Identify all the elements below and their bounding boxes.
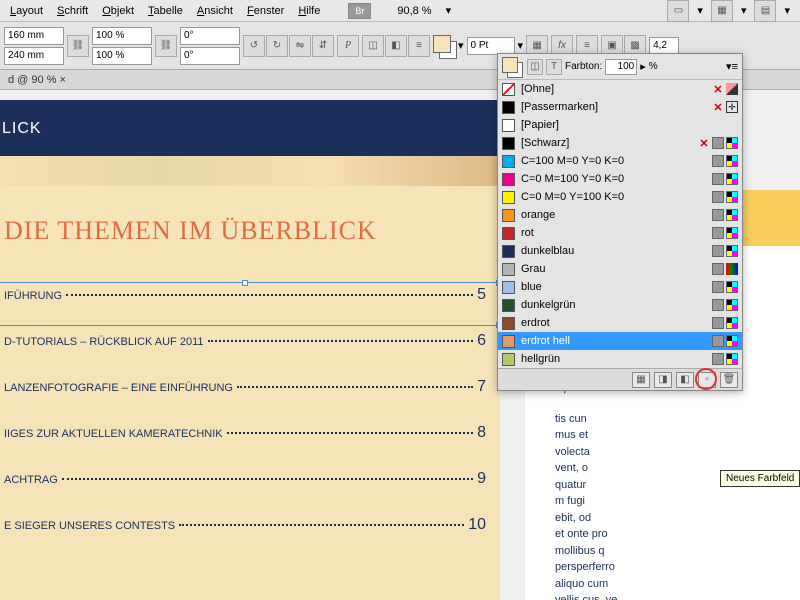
blue-header: LICK (0, 100, 500, 156)
panel-menu-icon[interactable]: ▾≡ (726, 60, 738, 73)
page-left: LICK DIE THEMEN IM ÜBERBLICK IFÜHRUNG5 D-… (0, 100, 500, 600)
swatch-row[interactable]: Grau (498, 260, 742, 278)
swatch-row[interactable]: C=100 M=0 Y=0 K=0 (498, 152, 742, 170)
swatches-panel: ◫ T Farbton: ▸ % ▾≡ [Ohne]✕[Passermarken… (497, 53, 743, 391)
swatch-row[interactable]: rot (498, 224, 742, 242)
menu-objekt[interactable]: Objekt (96, 3, 140, 19)
toc-line: IIGES ZUR AKTUELLEN KAMERATECHNIK8 (4, 424, 486, 442)
link-icon[interactable]: ⛓ (67, 35, 89, 57)
height-input[interactable] (4, 47, 64, 65)
arrange-icon[interactable]: ▦ (711, 0, 733, 22)
toc-line: D-TUTORIALS – RÜCKBLICK AUF 20116 (4, 332, 486, 350)
swatch-row[interactable]: C=0 M=0 Y=100 K=0 (498, 188, 742, 206)
zoom-dropdown-icon[interactable]: ▾ (440, 2, 458, 19)
stroke-weight-input[interactable] (467, 37, 515, 55)
content-area: DIE THEMEN IM ÜBERBLICK IFÜHRUNG5 D-TUTOR… (0, 186, 500, 600)
align-icon[interactable]: ≡ (408, 35, 430, 57)
wrap-icon[interactable]: ◫ (362, 35, 384, 57)
swatch-row[interactable]: orange (498, 206, 742, 224)
show-color-icon[interactable]: ◨ (654, 372, 672, 388)
tint-label: Farbton: (565, 61, 602, 72)
rotate-input[interactable] (180, 27, 240, 45)
rotate-cw-icon[interactable]: ↻ (266, 35, 288, 57)
swatches-header: ◫ T Farbton: ▸ % ▾≡ (498, 54, 742, 80)
swatch-row[interactable]: [Ohne]✕ (498, 80, 742, 98)
workspace-icon[interactable]: ▤ (754, 0, 776, 22)
new-swatch-button[interactable]: ▫ (698, 372, 716, 388)
tint-input[interactable] (605, 59, 637, 75)
swatch-list[interactable]: [Ohne]✕[Passermarken]✕✛[Papier][Schwarz]… (498, 80, 742, 368)
show-all-icon[interactable]: ▦ (632, 372, 650, 388)
swatch-row[interactable]: [Schwarz]✕ (498, 134, 742, 152)
rotate-ccw-icon[interactable]: ↺ (243, 35, 265, 57)
toc-line: ACHTRAG9 (4, 470, 486, 488)
screen-mode-icon[interactable]: ▭ (667, 0, 689, 22)
swatches-footer: ▦ ◨ ◧ ▫ 🗑 (498, 368, 742, 390)
menu-bar: Layout Schrift Objekt Tabelle Ansicht Fe… (0, 0, 800, 22)
object-target-icon[interactable]: ◫ (527, 59, 543, 75)
fill-swatch[interactable] (433, 35, 451, 53)
flip-h-icon[interactable]: ⇋ (289, 35, 311, 57)
numeric-input[interactable] (649, 37, 679, 55)
paragraph-style-icon[interactable]: P (337, 35, 359, 57)
toc-line: E SIEGER UNSERES CONTESTS10 (4, 516, 486, 534)
link-scale-icon[interactable]: ⛓ (155, 35, 177, 57)
corner-icon[interactable]: ◧ (385, 35, 407, 57)
delete-swatch-button[interactable]: 🗑 (720, 372, 738, 388)
marble-band (0, 156, 500, 186)
swatch-row[interactable]: blue (498, 278, 742, 296)
menu-hilfe[interactable]: Hilfe (292, 3, 326, 19)
swatch-row[interactable]: [Passermarken]✕✛ (498, 98, 742, 116)
menu-layout[interactable]: Layout (4, 3, 49, 19)
menu-fenster[interactable]: Fenster (241, 3, 290, 19)
bridge-button[interactable]: Br (348, 3, 371, 19)
menu-tabelle[interactable]: Tabelle (142, 3, 189, 19)
menu-ansicht[interactable]: Ansicht (191, 3, 239, 19)
headline: DIE THEMEN IM ÜBERBLICK (4, 216, 486, 246)
scale-x-input[interactable] (92, 27, 152, 45)
swatch-row[interactable]: erdrot (498, 314, 742, 332)
swatch-row[interactable]: dunkelblau (498, 242, 742, 260)
text-target-icon[interactable]: T (546, 59, 562, 75)
swatch-row[interactable]: C=0 M=100 Y=0 K=0 (498, 170, 742, 188)
swatch-row[interactable]: dunkelgrün (498, 296, 742, 314)
panel-fill-swatch[interactable] (502, 57, 518, 73)
zoom-level[interactable]: 90,8 % (391, 3, 437, 19)
toc-line: LANZENFOTOGRAFIE – EINE EINFÜHRUNG7 (4, 378, 486, 396)
swatch-row[interactable]: hellgrün (498, 350, 742, 368)
width-input[interactable] (4, 27, 64, 45)
swatch-row[interactable]: erdrot hell (498, 332, 742, 350)
menu-schrift[interactable]: Schrift (51, 3, 94, 19)
flip-v-icon[interactable]: ⇵ (312, 35, 334, 57)
shear-input[interactable] (180, 47, 240, 65)
scale-y-input[interactable] (92, 47, 152, 65)
swatch-row[interactable]: [Papier] (498, 116, 742, 134)
show-gradient-icon[interactable]: ◧ (676, 372, 694, 388)
tint-slider-icon[interactable]: ▸ (640, 60, 646, 73)
tooltip: Neues Farbfeld (720, 470, 800, 487)
measurements (4, 27, 64, 65)
toc-line: IFÜHRUNG5 (4, 286, 486, 304)
